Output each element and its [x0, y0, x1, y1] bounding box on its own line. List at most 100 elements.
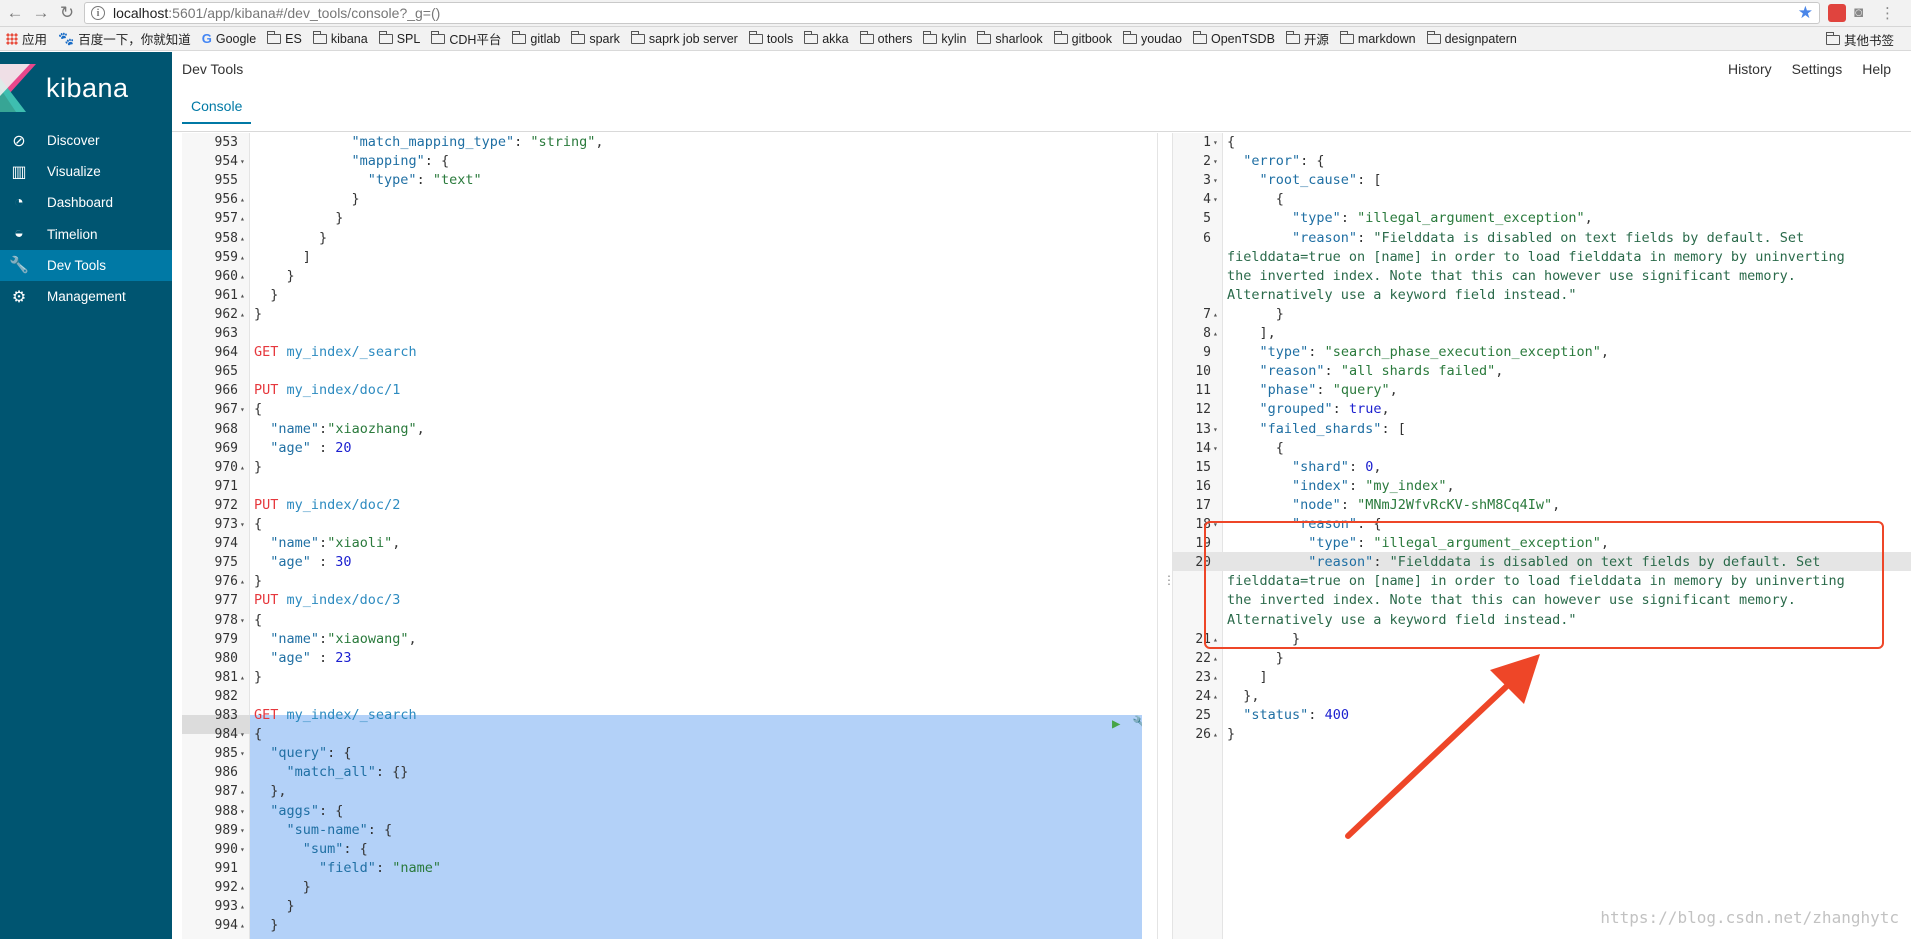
- code-text: fielddata=true on [name] in order to loa…: [1227, 248, 1845, 267]
- sidebar-item-management[interactable]: ⚙ Management: [0, 281, 172, 312]
- code-text: "index": "my_index",: [1227, 477, 1455, 496]
- fold-toggle-icon[interactable]: ▾: [1213, 152, 1218, 171]
- fold-toggle-icon[interactable]: ▾: [240, 840, 245, 859]
- fold-toggle-icon[interactable]: ▴: [240, 267, 245, 286]
- fold-toggle-icon[interactable]: ▴: [1213, 649, 1218, 668]
- fold-toggle-icon[interactable]: ▴: [1213, 687, 1218, 706]
- bookmark-label: CDH平台: [449, 33, 502, 47]
- request-editor[interactable]: ▶ 🔧 953 "match_mapping_type": "string", 9…: [182, 133, 1142, 939]
- bookmark-item[interactable]: tools: [748, 30, 793, 46]
- line-number: 958: [214, 230, 238, 246]
- code-token: : [: [1381, 420, 1406, 437]
- bookmark-item[interactable]: kylin: [923, 30, 966, 46]
- bookmark-item[interactable]: saprk job server: [630, 30, 738, 46]
- bookmark-item[interactable]: 🐾 百度一下，你就知道: [58, 29, 191, 48]
- help-link[interactable]: Help: [1862, 61, 1891, 77]
- bookmark-item[interactable]: others: [859, 30, 912, 46]
- fold-toggle-icon[interactable]: ▾: [1213, 171, 1218, 190]
- menu-icon[interactable]: ⋮: [1880, 4, 1898, 22]
- fold-toggle-icon[interactable]: ▾: [240, 744, 245, 763]
- bookmark-star-icon[interactable]: ★: [1798, 3, 1813, 23]
- fold-toggle-icon[interactable]: ▴: [240, 286, 245, 305]
- bookmark-item[interactable]: akka: [804, 30, 849, 46]
- tab-console[interactable]: Console: [182, 98, 252, 124]
- line-number: 6: [1203, 230, 1211, 246]
- fold-toggle-icon[interactable]: ▴: [240, 897, 245, 916]
- bookmark-item[interactable]: youdao: [1122, 30, 1182, 46]
- settings-link[interactable]: Settings: [1792, 61, 1843, 77]
- fold-toggle-icon[interactable]: ▴: [240, 878, 245, 897]
- fold-toggle-icon[interactable]: ▾: [240, 152, 245, 171]
- bookmark-item[interactable]: designpatern: [1426, 30, 1517, 46]
- bookmark-item[interactable]: gitlab: [512, 30, 560, 46]
- code-token: : {: [343, 840, 368, 857]
- fold-toggle-icon[interactable]: ▾: [1213, 190, 1218, 209]
- reload-icon[interactable]: ↻: [56, 2, 78, 24]
- fold-toggle-icon[interactable]: ▴: [1213, 305, 1218, 324]
- sidebar-item-timelion[interactable]: ◒ Timelion: [0, 219, 172, 250]
- sidebar-item-dashboard[interactable]: ◔ Dashboard: [0, 187, 172, 218]
- code-token: }: [254, 210, 344, 227]
- back-arrow-icon[interactable]: ←: [4, 2, 26, 24]
- fold-toggle-icon[interactable]: ▴: [1213, 725, 1218, 744]
- bookmark-item[interactable]: OpenTSDB: [1192, 30, 1275, 46]
- code-token: "text": [432, 172, 482, 189]
- bookmark-item[interactable]: ES: [267, 30, 302, 46]
- fold-toggle-icon[interactable]: ▴: [240, 916, 245, 935]
- fold-toggle-icon[interactable]: ▴: [240, 305, 245, 324]
- fold-toggle-icon[interactable]: ▴: [240, 458, 245, 477]
- bookmark-other[interactable]: 其他书签: [1825, 30, 1905, 49]
- folder-icon: [923, 30, 938, 44]
- bookmark-item[interactable]: 开源: [1285, 29, 1329, 48]
- fold-toggle-icon[interactable]: ▾: [240, 515, 245, 534]
- info-icon[interactable]: i: [91, 6, 105, 20]
- sidebar-item-visualize[interactable]: ▥ Visualize: [0, 156, 172, 187]
- fold-toggle-icon[interactable]: ▾: [240, 400, 245, 419]
- fold-toggle-icon[interactable]: ▴: [240, 248, 245, 267]
- code-line: 977 PUT my_index/doc/3: [182, 591, 1142, 610]
- bookmark-item[interactable]: G Google: [202, 31, 256, 46]
- pane-resizer[interactable]: ⋮: [1157, 133, 1175, 939]
- bookmark-item[interactable]: CDH平台: [431, 29, 501, 48]
- fold-toggle-icon[interactable]: ▴: [1213, 324, 1218, 343]
- code-token: }: [254, 305, 263, 322]
- code-line: 992 ▴ }: [182, 878, 1142, 897]
- bookmark-item[interactable]: markdown: [1339, 30, 1416, 46]
- fold-toggle-icon[interactable]: ▴: [240, 229, 245, 248]
- bookmark-item[interactable]: sharlook: [977, 30, 1043, 46]
- fold-toggle-icon[interactable]: ▴: [240, 209, 245, 228]
- forward-arrow-icon[interactable]: →: [30, 2, 52, 24]
- fold-toggle-icon[interactable]: ▴: [240, 190, 245, 209]
- fold-toggle-icon[interactable]: ▴: [240, 668, 245, 687]
- url-text[interactable]: localhost:5601/app/kibana#/dev_tools/con…: [113, 5, 440, 21]
- fold-toggle-icon[interactable]: ▾: [240, 611, 245, 630]
- line-number: 983: [214, 708, 238, 723]
- bookmark-item[interactable]: gitbook: [1053, 30, 1112, 46]
- fold-toggle-icon[interactable]: ▾: [240, 725, 245, 744]
- fold-toggle-icon[interactable]: ▴: [240, 782, 245, 801]
- fold-toggle-icon[interactable]: ▾: [240, 821, 245, 840]
- code-token: the inverted index. Note that this can h…: [1227, 267, 1796, 284]
- kibana-logo[interactable]: kibana: [0, 52, 172, 124]
- bookmark-item[interactable]: SPL: [378, 30, 420, 46]
- bookmark-item[interactable]: kibana: [312, 30, 368, 46]
- fold-toggle-icon[interactable]: ▴: [1213, 668, 1218, 687]
- fold-toggle-icon[interactable]: ▾: [1213, 439, 1218, 458]
- bookmark-item[interactable]: spark: [571, 30, 620, 46]
- code-token: }: [254, 229, 328, 246]
- extension-red-icon[interactable]: [1828, 4, 1846, 22]
- fold-toggle-icon[interactable]: ▾: [1213, 420, 1218, 439]
- history-link[interactable]: History: [1728, 61, 1772, 77]
- fold-toggle-icon[interactable]: ▾: [240, 802, 245, 821]
- code-token: : [: [1357, 172, 1382, 189]
- code-token: 23: [335, 649, 352, 666]
- bookmark-item[interactable]: 应用: [0, 29, 47, 48]
- url-bar[interactable]: i localhost:5601/app/kibana#/dev_tools/c…: [84, 2, 1820, 24]
- line-number: 965: [214, 364, 238, 380]
- sidebar-item-dev-tools[interactable]: 🔧 Dev Tools: [0, 249, 172, 281]
- sidebar-item-discover[interactable]: ⊘ Discover: [0, 125, 172, 156]
- fold-toggle-icon[interactable]: ▾: [1213, 133, 1218, 152]
- fold-toggle-icon[interactable]: ▴: [240, 572, 245, 591]
- camera-icon[interactable]: ◙: [1854, 4, 1872, 22]
